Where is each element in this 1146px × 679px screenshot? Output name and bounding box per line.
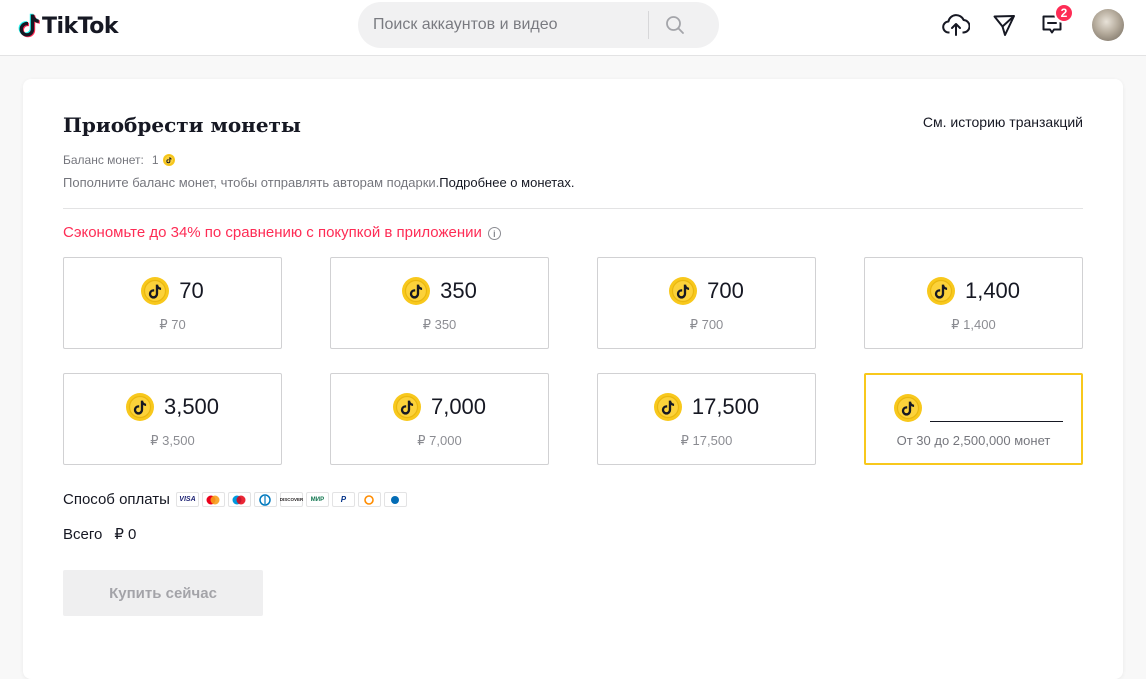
coin-package-1400[interactable]: 1,400 ₽ 1,400 [864, 257, 1083, 349]
balance-value: 1 [151, 153, 159, 167]
package-coins: 700 [707, 278, 744, 303]
custom-coin-package[interactable]: От 30 до 2,500,000 монет [864, 373, 1083, 465]
coin-icon [141, 277, 170, 305]
coin-icon [162, 154, 175, 166]
coin-icon [402, 277, 431, 305]
custom-range-hint: От 30 до 2,500,000 монет [896, 433, 1051, 448]
package-price: ₽ 17,500 [680, 433, 733, 448]
package-price: ₽ 3,500 [150, 433, 195, 448]
coin-package-70[interactable]: 70 ₽ 70 [63, 257, 282, 349]
topup-text: Пополните баланс монет, чтобы отправлять… [63, 175, 574, 190]
total-value: ₽ 0 [114, 526, 137, 543]
discover-icon: DISCOVER [280, 492, 303, 507]
info-icon[interactable]: i [487, 227, 501, 240]
transaction-history-link[interactable]: См. историю транзакций [923, 114, 1083, 130]
learn-more-coins-link[interactable]: Подробнее о монетах. [439, 175, 574, 190]
search-button[interactable] [649, 2, 701, 48]
coin-package-17500[interactable]: 17,500 ₽ 17,500 [597, 373, 816, 465]
topup-description: Пополните баланс монет, чтобы отправлять… [63, 175, 440, 190]
total-label: Всего [63, 526, 103, 543]
qiwi-icon [357, 492, 381, 507]
save-notice-text: Сэкономьте до 34% по сравнению с покупко… [63, 224, 482, 241]
cloud-upload-icon [942, 14, 970, 36]
coin-package-700[interactable]: 700 ₽ 700 [597, 257, 816, 349]
package-price: ₽ 70 [159, 317, 186, 332]
coin-icon [653, 393, 682, 421]
top-header: TikTok 2 [0, 0, 1146, 56]
balance-label: Баланс монет: [63, 153, 144, 167]
coin-icon [894, 394, 922, 422]
page-title: Приобрести монеты [63, 113, 301, 137]
search-icon [666, 16, 684, 34]
order-total: Всего ₽ 0 [63, 525, 136, 543]
diners-club-icon [253, 492, 277, 507]
mir-icon: МИР [305, 492, 329, 507]
coin-icon [125, 393, 154, 421]
save-notice: Сэкономьте до 34% по сравнению с покупко… [63, 224, 501, 241]
package-coins: 1,400 [964, 278, 1021, 303]
send-icon [993, 15, 1015, 36]
package-coins: 70 [179, 278, 204, 303]
coins-card: Приобрести монеты См. историю транзакций… [23, 79, 1123, 679]
inbox-button[interactable]: 2 [1036, 3, 1074, 41]
coin-package-350[interactable]: 350 ₽ 350 [330, 257, 549, 349]
package-coins: 7,000 [430, 394, 487, 419]
messages-button[interactable] [988, 9, 1020, 41]
package-price: ₽ 1,400 [951, 317, 996, 332]
paypal-icon: P [331, 492, 355, 507]
coin-icon [392, 393, 421, 421]
package-price: ₽ 350 [422, 317, 457, 332]
coin-icon [926, 277, 955, 305]
package-coins: 17,500 [691, 394, 760, 419]
payment-label: Способ оплаты [63, 491, 170, 508]
search-input[interactable] [358, 3, 648, 47]
coin-balance: Баланс монет: 1 [63, 153, 175, 167]
search-bar [358, 2, 719, 48]
logo-text: TikTok [42, 13, 119, 39]
upload-button[interactable] [940, 9, 972, 41]
divider [63, 208, 1083, 209]
coin-package-3500[interactable]: 3,500 ₽ 3,500 [63, 373, 282, 465]
package-coins: 3,500 [163, 394, 220, 419]
tiktok-logo[interactable]: TikTok [18, 10, 119, 42]
tiktok-note-icon [18, 13, 40, 38]
webmoney-icon [383, 492, 407, 507]
mastercard-icon [201, 492, 225, 507]
package-price: ₽ 7,000 [417, 433, 462, 448]
custom-coin-input[interactable] [930, 398, 1063, 422]
package-price: ₽ 700 [689, 317, 724, 332]
maestro-icon [227, 492, 251, 507]
inbox-badge: 2 [1054, 3, 1074, 23]
avatar[interactable] [1092, 9, 1124, 41]
visa-icon: VISA [175, 492, 199, 507]
package-coins: 350 [440, 278, 477, 303]
coin-package-7000[interactable]: 7,000 ₽ 7,000 [330, 373, 549, 465]
coin-icon [669, 277, 698, 305]
payment-methods: Способ оплаты VISA DISCOVER МИР P [63, 491, 407, 508]
buy-now-button[interactable]: Купить сейчас [63, 570, 263, 616]
